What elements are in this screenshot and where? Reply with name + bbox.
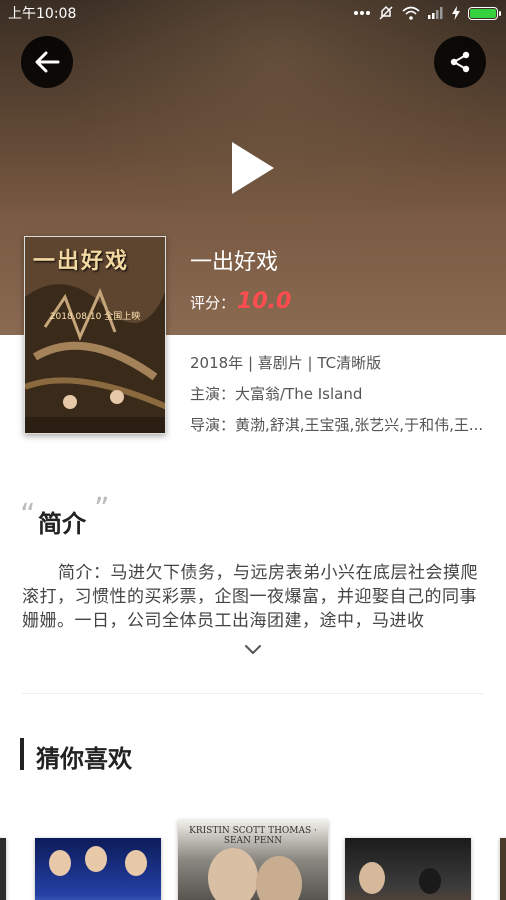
synopsis-heading: 简介	[38, 510, 86, 538]
poster-face	[359, 862, 385, 894]
poster-face	[208, 848, 258, 900]
poster-face	[85, 846, 107, 872]
synopsis-text: 简介：马进欠下债务，与远房表弟小兴在底层社会摸爬滚打，习惯性的买彩票，企图一夜爆…	[22, 563, 478, 631]
back-arrow-icon	[35, 51, 60, 73]
rating: 评分： 10.0	[190, 289, 291, 314]
wifi-icon	[402, 6, 420, 20]
poster-face	[49, 850, 71, 876]
quote-close-icon: ”	[94, 492, 110, 527]
poster-date: 2018.08.10 全国上映	[49, 312, 141, 322]
poster-title: 一出好戏	[33, 248, 130, 274]
battery-icon	[468, 6, 501, 20]
recommendations-heading: 猜你喜欢	[36, 745, 132, 773]
movie-title: 一出好戏	[190, 250, 279, 275]
share-icon	[450, 51, 470, 73]
movie-poster: 一出好戏 2018.08.10 全国上映	[24, 236, 166, 434]
rating-label: 评分：	[190, 294, 236, 312]
status-bar: 上午10:08	[0, 0, 506, 26]
rating-value: 10.0	[237, 289, 292, 314]
status-time: 上午10:08	[8, 6, 77, 22]
divider	[22, 693, 484, 694]
poster-face	[125, 850, 147, 876]
share-button[interactable]	[434, 36, 486, 88]
quote-open-icon: “	[20, 498, 36, 533]
movie-director-line: 导演：黄渤,舒淇,王宝强,张艺兴,于和伟,王...	[190, 416, 484, 434]
back-button[interactable]	[21, 36, 73, 88]
signal-icon	[428, 7, 443, 19]
more-dots-icon	[354, 11, 370, 15]
poster-face	[256, 856, 302, 900]
poster-face	[419, 868, 441, 894]
recommendation-card[interactable]: KRISTIN SCOTT THOMAS · SEAN PENN	[178, 820, 328, 900]
recommendation-caption: KRISTIN SCOTT THOMAS · SEAN PENN	[189, 826, 317, 846]
recommendation-card[interactable]	[0, 838, 6, 900]
movie-cast-line: 主演：大富翁/The Island	[190, 385, 363, 403]
movie-genre-line: 2018年 | 喜剧片 | TC清晰版	[190, 354, 382, 372]
recommendation-card[interactable]	[35, 838, 161, 900]
charging-icon	[452, 6, 460, 20]
mute-icon	[379, 5, 393, 20]
status-icons	[354, 5, 501, 21]
chevron-down-icon[interactable]	[243, 642, 263, 656]
recommendation-card[interactable]	[500, 838, 506, 900]
section-marker	[20, 738, 24, 770]
recommendation-card[interactable]	[345, 838, 471, 900]
play-icon[interactable]	[228, 140, 278, 196]
